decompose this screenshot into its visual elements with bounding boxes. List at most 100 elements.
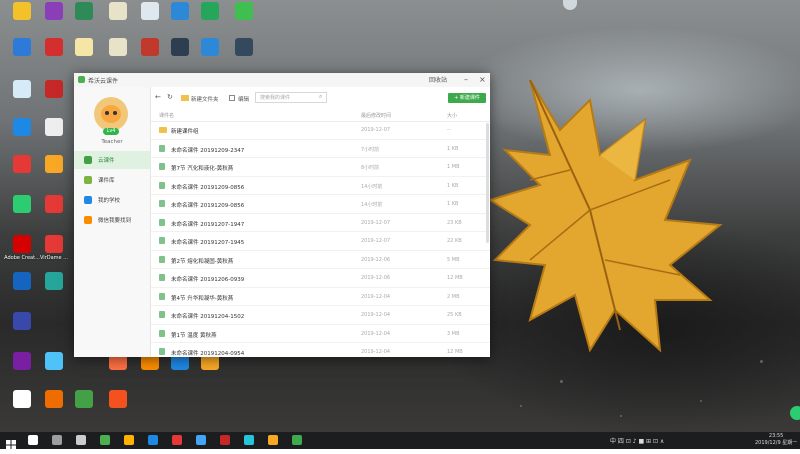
- recycle-bin-button[interactable]: 回收站: [429, 76, 447, 86]
- desktop-shortcut-icon[interactable]: [192, 38, 228, 58]
- desktop-shortcut-icon[interactable]: [66, 390, 102, 410]
- taskbar-app-icon[interactable]: [124, 435, 134, 445]
- sidebar-nav-item[interactable]: 我的学校: [74, 191, 150, 209]
- desktop-shortcut-icon[interactable]: [4, 352, 40, 372]
- taskbar-app-icon[interactable]: [244, 435, 254, 445]
- edit-button[interactable]: 编辑: [238, 95, 249, 103]
- file-row[interactable]: 未命名课件 20191207-1947 2019-12-07 23 KB: [151, 214, 490, 232]
- taskbar-app-icon[interactable]: [100, 435, 110, 445]
- desktop-shortcut-icon[interactable]: [36, 195, 72, 215]
- file-row[interactable]: 未命名课件 20191204-0954 2019-12-04 12 MB: [151, 343, 490, 357]
- file-row[interactable]: 未命名课件 20191209-2347 7小时前 1 KB: [151, 140, 490, 158]
- ground-speck: [760, 360, 763, 363]
- sidebar-nav-item[interactable]: 云课件: [74, 151, 150, 169]
- desktop-shortcut-icon[interactable]: [36, 272, 72, 292]
- shortcut-image-icon: [45, 235, 63, 253]
- taskbar-app-icon[interactable]: [220, 435, 230, 445]
- ground-speck: [520, 405, 522, 407]
- sidebar: Lv4 Teacher 云课件 课件库 我的学校 微信我要找到: [74, 87, 151, 357]
- clock[interactable]: 23:55 2019/12/9 星期一: [755, 433, 797, 447]
- shortcut-image-icon: [45, 195, 63, 213]
- taskbar-app-icon[interactable]: [172, 435, 182, 445]
- taskbar-app-icon[interactable]: [292, 435, 302, 445]
- col-size-header[interactable]: 大小: [447, 112, 457, 119]
- minimize-button[interactable]: –: [464, 75, 468, 85]
- file-row[interactable]: 第7节 汽化和液化-黄秋燕 8小时前 1 MB: [151, 158, 490, 177]
- taskbar-app-icon[interactable]: [28, 435, 38, 445]
- avatar-eye: [113, 111, 117, 115]
- file-row[interactable]: 未命名课件 20191209-0856 14小时前 1 KB: [151, 177, 490, 195]
- system-tray[interactable]: 中 四 ⊡ ♪ ■ ⊞ ⊡ ∧: [610, 436, 664, 445]
- file-row[interactable]: 第2节 熔化和凝固-黄秋燕 2019-12-06 5 MB: [151, 251, 490, 269]
- col-name-header[interactable]: 课件名: [159, 112, 174, 119]
- file-row[interactable]: 未命名课件 20191209-0856 14小时前 1 KB: [151, 195, 490, 214]
- desktop-shortcut-icon[interactable]: [100, 2, 136, 22]
- taskbar-app-icon[interactable]: [196, 435, 206, 445]
- file-row[interactable]: 第1节 温度 黄秋燕 2019-12-04 3 MB: [151, 325, 490, 343]
- username: Teacher: [101, 139, 123, 145]
- desktop-shortcut-icon[interactable]: [66, 2, 102, 22]
- desktop-shortcut-icon[interactable]: [100, 390, 136, 410]
- file-date: 7小时前: [361, 146, 380, 153]
- search-icon[interactable]: ⌕: [319, 93, 322, 101]
- desktop-shortcut-icon[interactable]: [4, 118, 40, 138]
- file-size: 5 MB: [447, 256, 460, 263]
- shortcut-image-icon: [13, 195, 31, 213]
- desktop-shortcut-icon[interactable]: [36, 155, 72, 175]
- edit-icon: [229, 95, 235, 101]
- file-name: 未命名课件 20191204-0954: [171, 351, 245, 357]
- taskbar-app-icon[interactable]: [148, 435, 158, 445]
- taskbar-app-icon[interactable]: [76, 435, 86, 445]
- sidebar-nav-item[interactable]: 微信我要找到: [74, 211, 150, 229]
- desktop-shortcut-icon[interactable]: [36, 80, 72, 100]
- desktop-shortcut-icon[interactable]: [36, 118, 72, 138]
- desktop-shortcut-icon[interactable]: [4, 80, 40, 100]
- file-icon: [159, 255, 165, 263]
- file-row[interactable]: 未命名课件 20191207-1945 2019-12-07 22 KB: [151, 232, 490, 251]
- desktop-shortcut-icon[interactable]: [4, 38, 40, 58]
- file-size: 12 MB: [447, 275, 463, 281]
- shortcut-image-icon: [75, 2, 93, 20]
- file-icon: [159, 348, 165, 355]
- desktop-shortcut-icon[interactable]: Adobe Creat...: [4, 235, 40, 261]
- floating-assistant-icon[interactable]: [790, 406, 800, 420]
- desktop-shortcut-icon[interactable]: [4, 272, 40, 292]
- file-row[interactable]: 未命名课件 20191206-0939 2019-12-06 12 MB: [151, 269, 490, 288]
- desktop-shortcut-icon[interactable]: [226, 38, 262, 58]
- desktop-shortcut-icon[interactable]: [4, 312, 40, 332]
- nav-icon: [84, 156, 92, 164]
- file-row[interactable]: 第4节 升华和凝华-黄秋燕 2019-12-04 2 MB: [151, 288, 490, 306]
- top-widget-icon[interactable]: [563, 0, 577, 10]
- file-name: 第7节 汽化和液化-黄秋燕: [171, 166, 234, 172]
- desktop-shortcut-icon[interactable]: [100, 38, 136, 58]
- scrollbar[interactable]: [486, 123, 489, 243]
- taskbar-app-icon[interactable]: [52, 435, 62, 445]
- desktop-shortcut-icon[interactable]: [192, 2, 228, 22]
- col-date-header[interactable]: 最后修改时间: [361, 112, 391, 119]
- desktop-shortcut-icon[interactable]: [4, 390, 40, 410]
- desktop-shortcut-icon[interactable]: [4, 2, 40, 22]
- desktop-shortcut-icon[interactable]: [226, 2, 262, 22]
- title-bar[interactable]: 希沃云课件 回收站 – ×: [74, 73, 490, 87]
- file-name: 第4节 升华和凝华-黄秋燕: [171, 295, 234, 302]
- sidebar-nav-item[interactable]: 课件库: [74, 171, 150, 189]
- avatar-face: [101, 105, 121, 123]
- back-button[interactable]: ←: [155, 93, 161, 101]
- search-input[interactable]: 搜索我的课件: [255, 92, 327, 103]
- new-courseware-button[interactable]: + 新建课件: [448, 93, 486, 103]
- desktop-shortcut-icon[interactable]: [66, 38, 102, 58]
- desktop-shortcut-icon[interactable]: VirDame ...: [36, 235, 72, 261]
- desktop-shortcut-icon[interactable]: [36, 352, 72, 372]
- desktop-shortcut-icon[interactable]: [4, 195, 40, 215]
- file-row[interactable]: 未命名课件 20191204-1502 2019-12-04 25 KB: [151, 306, 490, 325]
- avatar[interactable]: [94, 97, 128, 131]
- start-button-icon[interactable]: [6, 435, 16, 450]
- desktop-shortcut-icon[interactable]: [4, 155, 40, 175]
- refresh-button[interactable]: ↻: [167, 93, 173, 101]
- shortcut-image-icon: [13, 2, 31, 20]
- close-button[interactable]: ×: [479, 75, 486, 85]
- shortcut-image-icon: [141, 38, 159, 56]
- new-folder-button[interactable]: 新建文件夹: [191, 95, 219, 103]
- taskbar-app-icon[interactable]: [268, 435, 278, 445]
- file-row[interactable]: 新建课件组 2019-12-07 --: [151, 121, 490, 140]
